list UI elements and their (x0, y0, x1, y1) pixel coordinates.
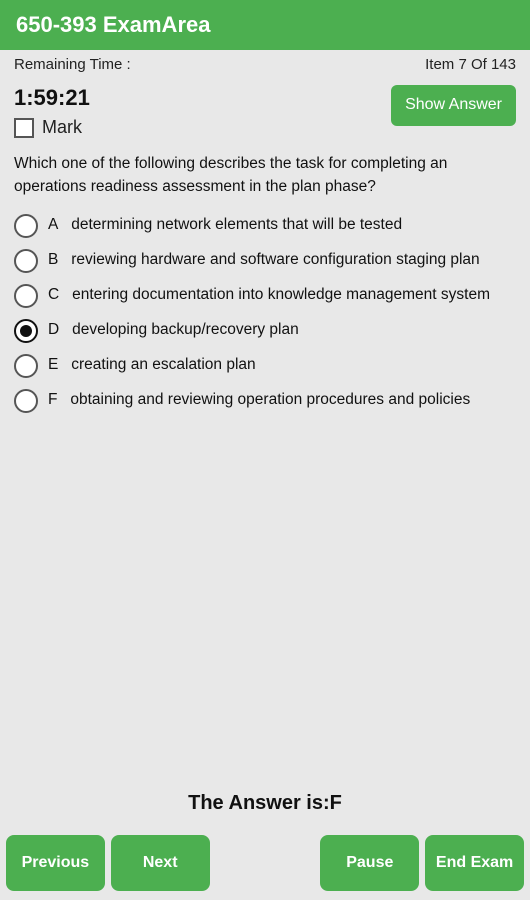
radio-e[interactable] (14, 354, 38, 378)
question-area: Which one of the following describes the… (0, 142, 530, 776)
option-c[interactable]: C entering documentation into knowledge … (14, 283, 516, 308)
timer-left: 1:59:21 Mark (14, 85, 90, 138)
footer: Previous Next Pause End Exam (0, 825, 530, 900)
mark-checkbox[interactable] (14, 118, 34, 138)
app-header: 650-393 ExamArea (0, 0, 530, 50)
option-f[interactable]: F obtaining and reviewing operation proc… (14, 388, 516, 413)
option-e[interactable]: E creating an escalation plan (14, 353, 516, 378)
item-label: Item 7 Of 143 (425, 56, 516, 73)
radio-d[interactable] (14, 319, 38, 343)
timer-row: 1:59:21 Mark Show Answer (0, 79, 530, 142)
end-exam-button[interactable]: End Exam (425, 835, 524, 891)
option-b[interactable]: B reviewing hardware and software config… (14, 248, 516, 273)
answer-area: The Answer is:F (0, 776, 530, 825)
radio-b[interactable] (14, 249, 38, 273)
option-text-a: A determining network elements that will… (48, 213, 402, 236)
option-text-b: B reviewing hardware and software config… (48, 248, 480, 271)
pause-button[interactable]: Pause (320, 835, 419, 891)
question-text: Which one of the following describes the… (14, 152, 516, 199)
radio-f[interactable] (14, 389, 38, 413)
option-text-c: C entering documentation into knowledge … (48, 283, 490, 306)
next-button[interactable]: Next (111, 835, 210, 891)
answer-text: The Answer is:F (188, 792, 342, 814)
option-text-e: E creating an escalation plan (48, 353, 256, 376)
mark-row[interactable]: Mark (14, 117, 90, 138)
show-answer-button[interactable]: Show Answer (391, 85, 516, 126)
info-bar: Remaining Time : Item 7 Of 143 (0, 50, 530, 79)
timer-value: 1:59:21 (14, 85, 90, 111)
options-container: A determining network elements that will… (14, 213, 516, 413)
option-a[interactable]: A determining network elements that will… (14, 213, 516, 238)
remaining-label: Remaining Time : (14, 56, 131, 73)
radio-c[interactable] (14, 284, 38, 308)
option-text-d: D developing backup/recovery plan (48, 318, 299, 341)
option-d[interactable]: D developing backup/recovery plan (14, 318, 516, 343)
app-title: 650-393 ExamArea (16, 12, 210, 37)
radio-a[interactable] (14, 214, 38, 238)
mark-label: Mark (42, 117, 82, 138)
previous-button[interactable]: Previous (6, 835, 105, 891)
option-text-f: F obtaining and reviewing operation proc… (48, 388, 470, 411)
